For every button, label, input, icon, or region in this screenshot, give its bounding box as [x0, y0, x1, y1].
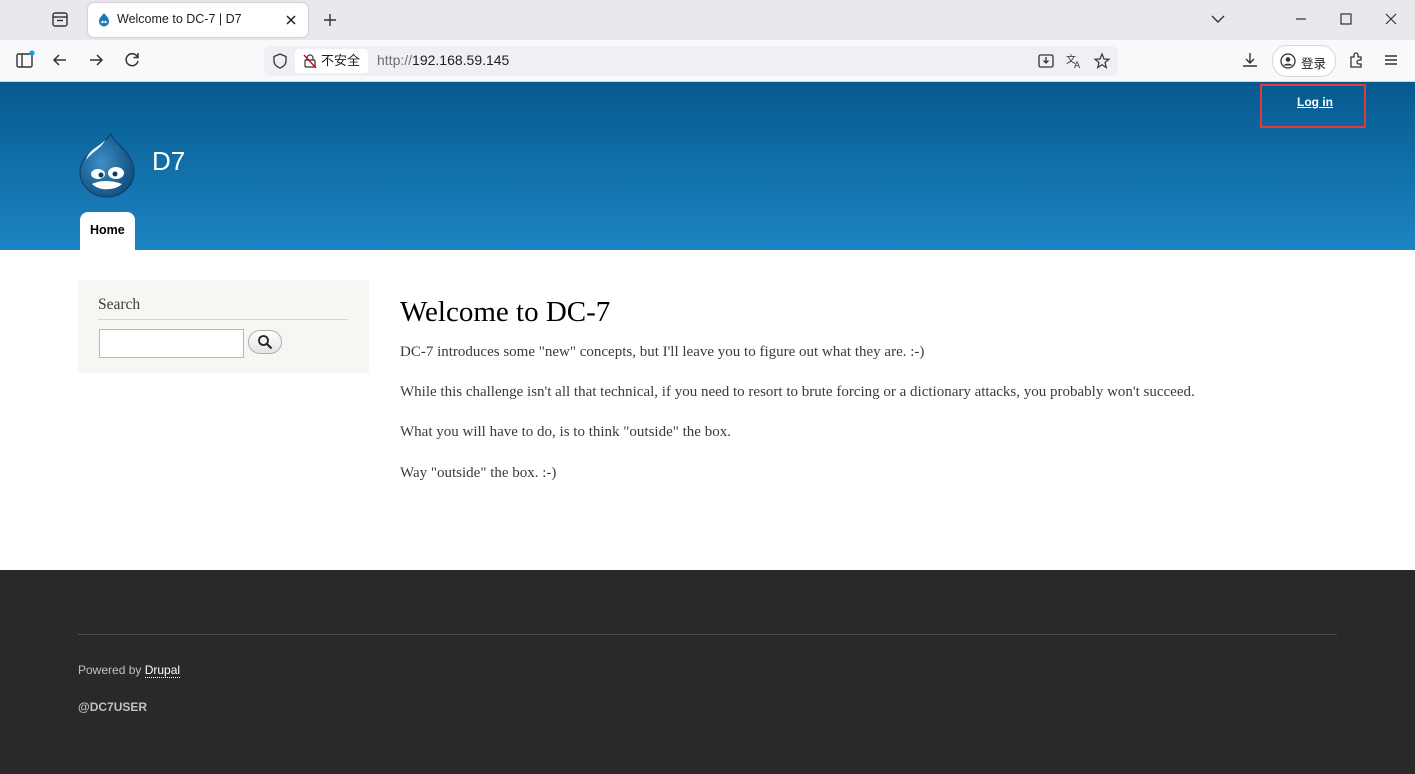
forward-arrow-icon[interactable] — [85, 49, 107, 71]
back-arrow-icon[interactable] — [49, 49, 71, 71]
url-protocol: http:// — [377, 52, 413, 68]
annotation-highlight-box — [1260, 84, 1366, 128]
browser-tab-bar: Welcome to DC-7 | D7 — [0, 0, 1415, 40]
nav-tab-home-label: Home — [90, 223, 125, 237]
tab-list-button[interactable] — [44, 8, 76, 32]
search-block-title: Search — [98, 296, 141, 313]
browser-tab-active[interactable]: Welcome to DC-7 | D7 — [88, 3, 308, 37]
close-window-icon[interactable] — [1377, 6, 1405, 32]
outside-box-paragraph: Way "outside" the box. :-) — [400, 465, 557, 481]
not-secure-label: 不安全 — [321, 53, 361, 68]
intro-paragraph: DC-7 introduces some "new" concepts, but… — [400, 344, 925, 360]
footer-user-tag: @DC7USER — [78, 700, 148, 714]
drupal-link[interactable]: Drupal — [144, 663, 181, 678]
account-login-label: 登录 — [1301, 57, 1327, 71]
site-footer: Powered by Drupal @DC7USER — [0, 570, 1415, 774]
search-button[interactable] — [248, 330, 282, 354]
site-name[interactable]: D7 — [152, 146, 185, 177]
chevron-down-icon[interactable] — [1204, 6, 1232, 32]
extensions-icon[interactable] — [1345, 49, 1367, 71]
minimize-window-icon[interactable] — [1287, 6, 1315, 32]
insecure-lock-icon — [303, 54, 317, 69]
powered-by-label: Powered by — [78, 663, 142, 677]
maximize-window-icon[interactable] — [1332, 6, 1360, 32]
nav-tab-home[interactable]: Home — [80, 212, 135, 250]
not-secure-badge[interactable]: 不安全 — [295, 49, 369, 73]
tab-list-icon — [52, 12, 68, 27]
drupal-logo-icon[interactable] — [78, 132, 136, 198]
address-bar[interactable]: 不安全 http://192.168.59.145 文 A — [264, 46, 1118, 76]
downloads-icon[interactable] — [1239, 49, 1261, 71]
close-tab-icon[interactable] — [282, 11, 300, 29]
hint-paragraph: What you will have to do, is to think "o… — [400, 424, 731, 440]
url-text[interactable]: http://192.168.59.145 — [377, 52, 509, 68]
sidebar-toggle-icon[interactable] — [14, 49, 36, 71]
search-block-divider — [98, 319, 348, 320]
powered-by: Powered by Drupal — [78, 663, 181, 678]
challenge-paragraph: While this challenge isn't all that tech… — [400, 384, 1195, 400]
bookmark-star-icon[interactable] — [1093, 52, 1111, 70]
footer-divider — [78, 634, 1337, 635]
page-title: Welcome to DC-7 — [400, 296, 611, 328]
reload-icon[interactable] — [121, 49, 143, 71]
tab-title: Welcome to DC-7 | D7 — [117, 12, 242, 26]
menu-icon[interactable] — [1380, 49, 1402, 71]
browser-nav-bar: 不安全 http://192.168.59.145 文 A 登录 — [0, 40, 1415, 82]
page-save-icon[interactable] — [1037, 52, 1055, 70]
search-input[interactable] — [99, 329, 244, 358]
site-header: D7 Log in Home — [0, 82, 1415, 250]
account-login-button[interactable]: 登录 — [1272, 45, 1336, 77]
new-tab-icon[interactable] — [318, 8, 342, 32]
account-icon — [1280, 53, 1296, 69]
search-block: Search — [78, 280, 369, 373]
svg-text:A: A — [1074, 61, 1081, 70]
shield-icon[interactable] — [271, 52, 289, 70]
main-content: Welcome to DC-7 DC-7 introduces some "ne… — [400, 290, 1360, 481]
magnifier-icon — [258, 335, 273, 350]
drupal-favicon-icon — [99, 13, 109, 27]
translate-icon[interactable]: 文 A — [1065, 52, 1083, 70]
url-host: 192.168.59.145 — [412, 52, 510, 68]
